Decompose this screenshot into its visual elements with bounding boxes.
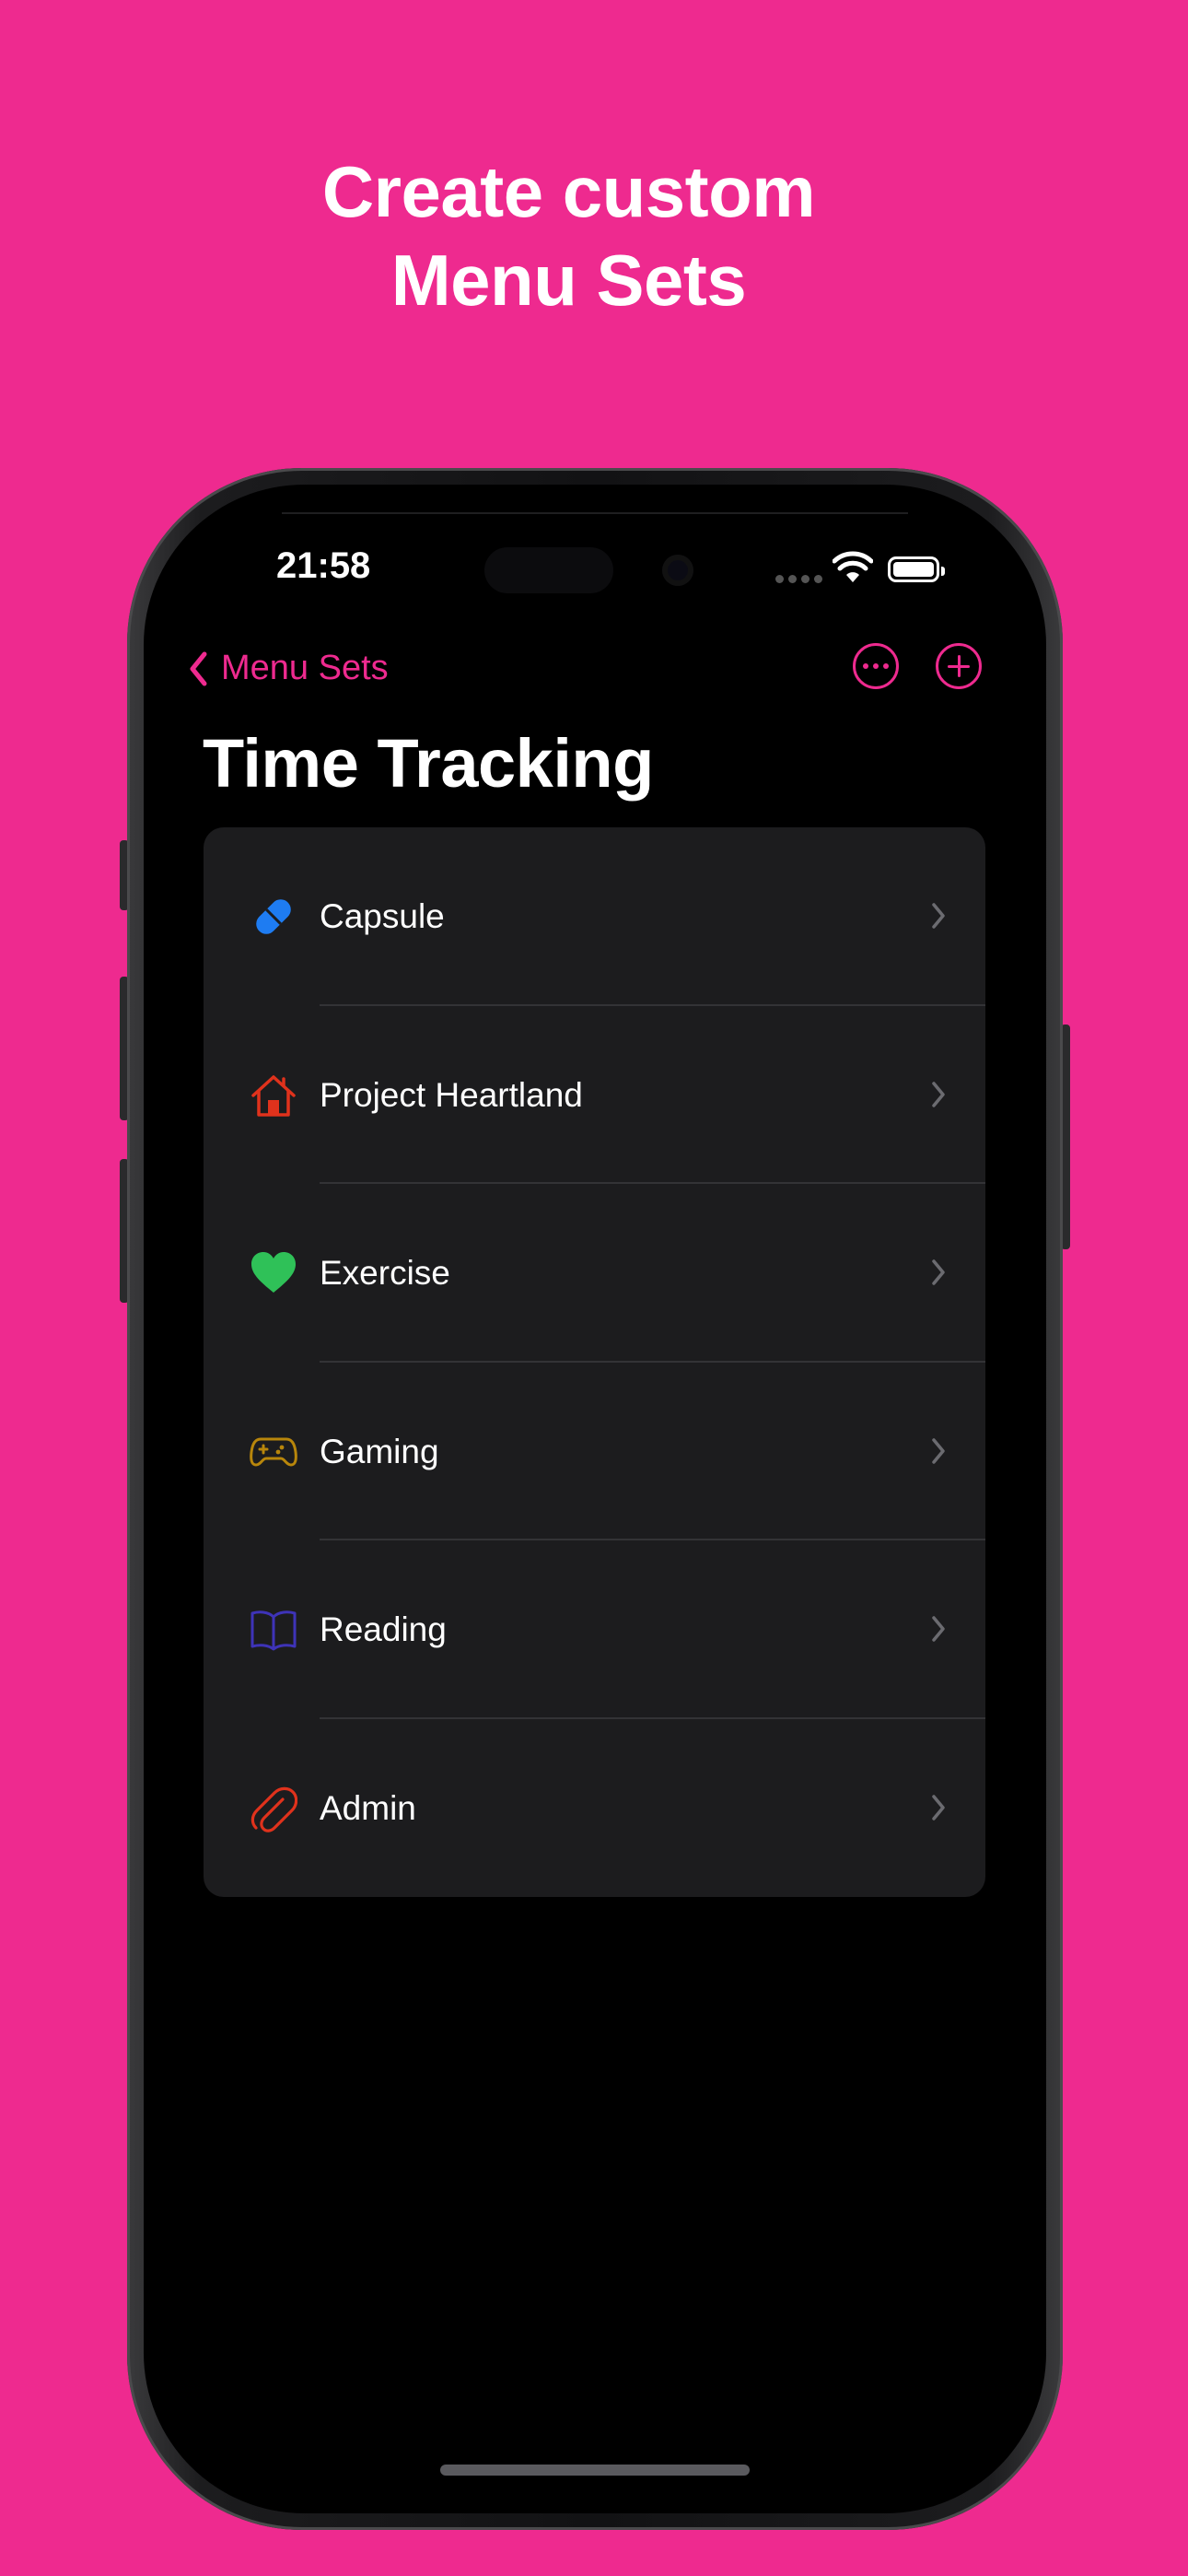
dynamic-island [484,547,613,593]
page-title: Time Tracking [203,725,654,802]
wifi-icon [833,551,873,582]
home-indicator[interactable] [440,2465,750,2476]
chevron-right-icon [932,903,945,929]
book-icon [250,1610,297,1651]
phone-frame: 21:58 Menu Sets Time Tracking Capsule Pr… [127,468,1063,2530]
list-item-exercise[interactable]: Exercise [204,1184,985,1363]
heart-icon [251,1252,296,1293]
ellipsis-icon [863,663,889,669]
headline-line-1: Create custom [321,151,816,232]
frame-antenna-line [282,512,908,514]
add-button[interactable] [936,643,982,689]
phone-screen: 21:58 Menu Sets Time Tracking Capsule Pr… [144,485,1046,2513]
plus-icon [948,655,970,677]
list-item-label: Gaming [320,1432,439,1470]
battery-icon [888,556,945,582]
chevron-right-icon [932,1616,945,1642]
list-item-reading[interactable]: Reading [204,1540,985,1719]
chevron-left-icon [190,651,207,685]
list-item-gaming[interactable]: Gaming [204,1363,985,1540]
house-icon [251,1074,296,1117]
back-button-label: Menu Sets [221,649,389,687]
list-item-capsule[interactable]: Capsule [204,827,985,1006]
list-item-label: Reading [320,1610,447,1648]
chevron-right-icon [932,1437,945,1464]
pill-icon [256,899,291,934]
chevron-right-icon [932,1081,945,1107]
headline-line-2: Menu Sets [390,240,747,321]
cellular-signal-icon [775,575,822,583]
list-item-label: Project Heartland [320,1075,583,1114]
list-item-label: Capsule [320,897,445,935]
chevron-right-icon [932,1794,945,1821]
status-time: 21:58 [276,545,371,586]
list-item-project-heartland[interactable]: Project Heartland [204,1006,985,1184]
gamecontroller-icon [250,1437,297,1466]
paperclip-icon [250,1786,297,1832]
headline: Create custom Menu Sets [0,147,1137,324]
chevron-right-icon [932,1259,945,1285]
list-item-admin[interactable]: Admin [204,1719,985,1898]
back-button[interactable]: Menu Sets [188,649,389,688]
front-camera [662,555,693,586]
menu-set-list: Capsule Project Heartland Exercise Gamin… [204,827,985,1897]
more-options-button[interactable] [853,643,899,689]
list-item-label: Admin [320,1788,416,1827]
list-item-label: Exercise [320,1254,450,1292]
